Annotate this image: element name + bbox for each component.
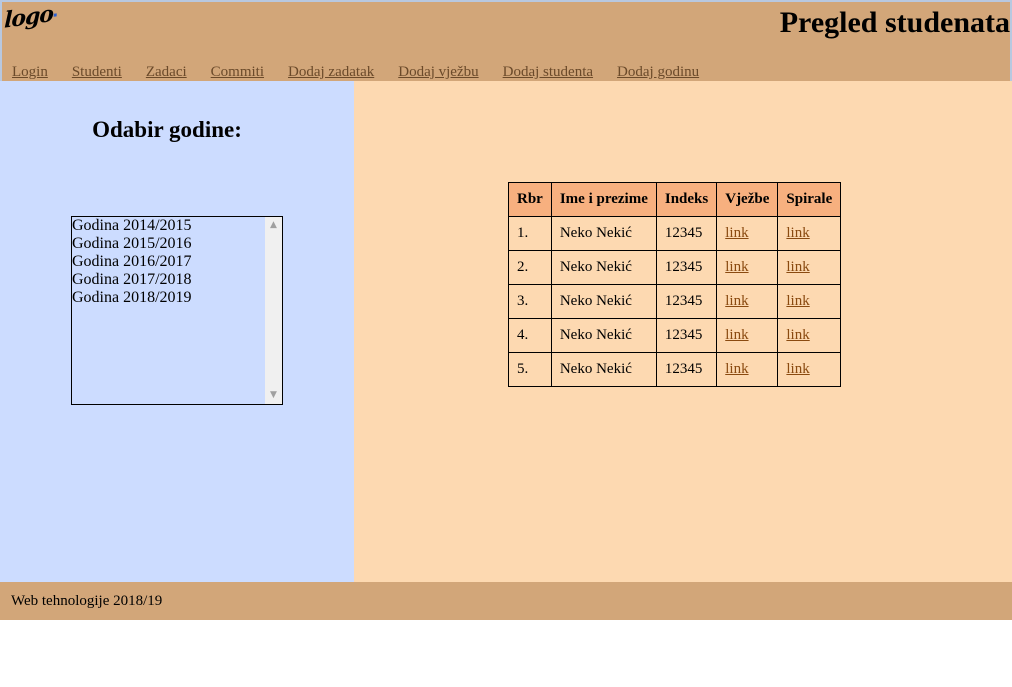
table-row: 2. Neko Nekić 12345 link link [508,250,842,285]
row-number: 4. [508,318,552,353]
student-index: 12345 [655,284,718,319]
table-row: 4. Neko Nekić 12345 link link [508,318,842,353]
vjezbe-link[interactable]: link [725,361,748,377]
nav-zadaci-link[interactable]: Zadaci [146,64,187,81]
nav-commiti-link[interactable]: Commiti [211,64,264,81]
student-index: 12345 [655,250,718,285]
vjezbe-link[interactable]: link [725,259,748,275]
table-header-row: Rbr Ime i prezime Indeks Vježbe Spirale [508,182,842,217]
spirale-link[interactable]: link [786,259,809,275]
scroll-up-arrow-icon[interactable]: ▲ [265,217,282,234]
year-select-list[interactable]: Godina 2014/2015 Godina 2015/2016 Godina… [71,216,283,405]
student-name: Neko Nekić [550,352,657,387]
student-index: 12345 [655,216,718,251]
nav-dodaj-godinu-link[interactable]: Dodaj godinu [617,64,699,81]
student-index: 12345 [655,352,718,387]
scroll-down-arrow-icon[interactable]: ▼ [265,387,282,404]
vjezbe-link[interactable]: link [725,225,748,241]
spirale-cell: link [777,352,842,387]
column-header-rbr: Rbr [508,182,552,217]
vjezbe-cell: link [716,284,779,319]
spirale-cell: link [777,216,842,251]
nav-studenti-link[interactable]: Studenti [72,64,122,81]
student-name: Neko Nekić [550,284,657,319]
vjezbe-link[interactable]: link [725,327,748,343]
page-footer: Web tehnologije 2018/19 [0,582,1012,620]
sidebar-heading: Odabir godine: [92,117,242,142]
year-option[interactable]: Godina 2016/2017 [72,253,282,271]
page-title: Pregled studenata [779,6,1010,39]
column-header-name: Ime i prezime [550,182,657,217]
table-row: 3. Neko Nekić 12345 link link [508,284,842,319]
footer-text: Web tehnologije 2018/19 [11,593,163,609]
vjezbe-cell: link [716,352,779,387]
main-content: Rbr Ime i prezime Indeks Vježbe Spirale … [354,81,1012,582]
column-header-index: Indeks [655,182,718,217]
spirale-link[interactable]: link [786,361,809,377]
nav-login-link[interactable]: Login [12,64,48,81]
students-table: Rbr Ime i prezime Indeks Vježbe Spirale … [508,182,842,387]
spirale-link[interactable]: link [786,225,809,241]
column-header-spirale: Spirale [777,182,842,217]
spirale-link[interactable]: link [786,293,809,309]
page-header: logo Pregled studenata Login Studenti Za… [0,0,1012,81]
student-name: Neko Nekić [550,318,657,353]
sidebar: Odabir godine: Godina 2014/2015 Godina 2… [0,81,354,582]
vjezbe-link[interactable]: link [725,293,748,309]
spirale-cell: link [777,250,842,285]
row-number: 1. [508,216,552,251]
student-name: Neko Nekić [550,250,657,285]
column-header-vjezbe: Vježbe [716,182,779,217]
spirale-cell: link [777,284,842,319]
year-option[interactable]: Godina 2017/2018 [72,271,282,289]
table-row: 1. Neko Nekić 12345 link link [508,216,842,251]
vjezbe-cell: link [716,216,779,251]
logo: logo [4,1,57,34]
nav-dodaj-studenta-link[interactable]: Dodaj studenta [503,64,593,81]
spirale-cell: link [777,318,842,353]
vjezbe-cell: link [716,318,779,353]
year-option[interactable]: Godina 2014/2015 [72,217,282,235]
main-nav: Login Studenti Zadaci Commiti Dodaj zada… [12,64,723,81]
year-option[interactable]: Godina 2015/2016 [72,235,282,253]
row-number: 5. [508,352,552,387]
nav-dodaj-zadatak-link[interactable]: Dodaj zadatak [288,64,374,81]
nav-dodaj-vjezbu-link[interactable]: Dodaj vježbu [398,64,478,81]
student-index: 12345 [655,318,718,353]
table-row: 5. Neko Nekić 12345 link link [508,352,842,387]
vjezbe-cell: link [716,250,779,285]
spirale-link[interactable]: link [786,327,809,343]
year-list-scrollbar[interactable]: ▲ ▼ [265,217,282,404]
row-number: 3. [508,284,552,319]
student-name: Neko Nekić [550,216,657,251]
year-option[interactable]: Godina 2018/2019 [72,289,282,307]
row-number: 2. [508,250,552,285]
